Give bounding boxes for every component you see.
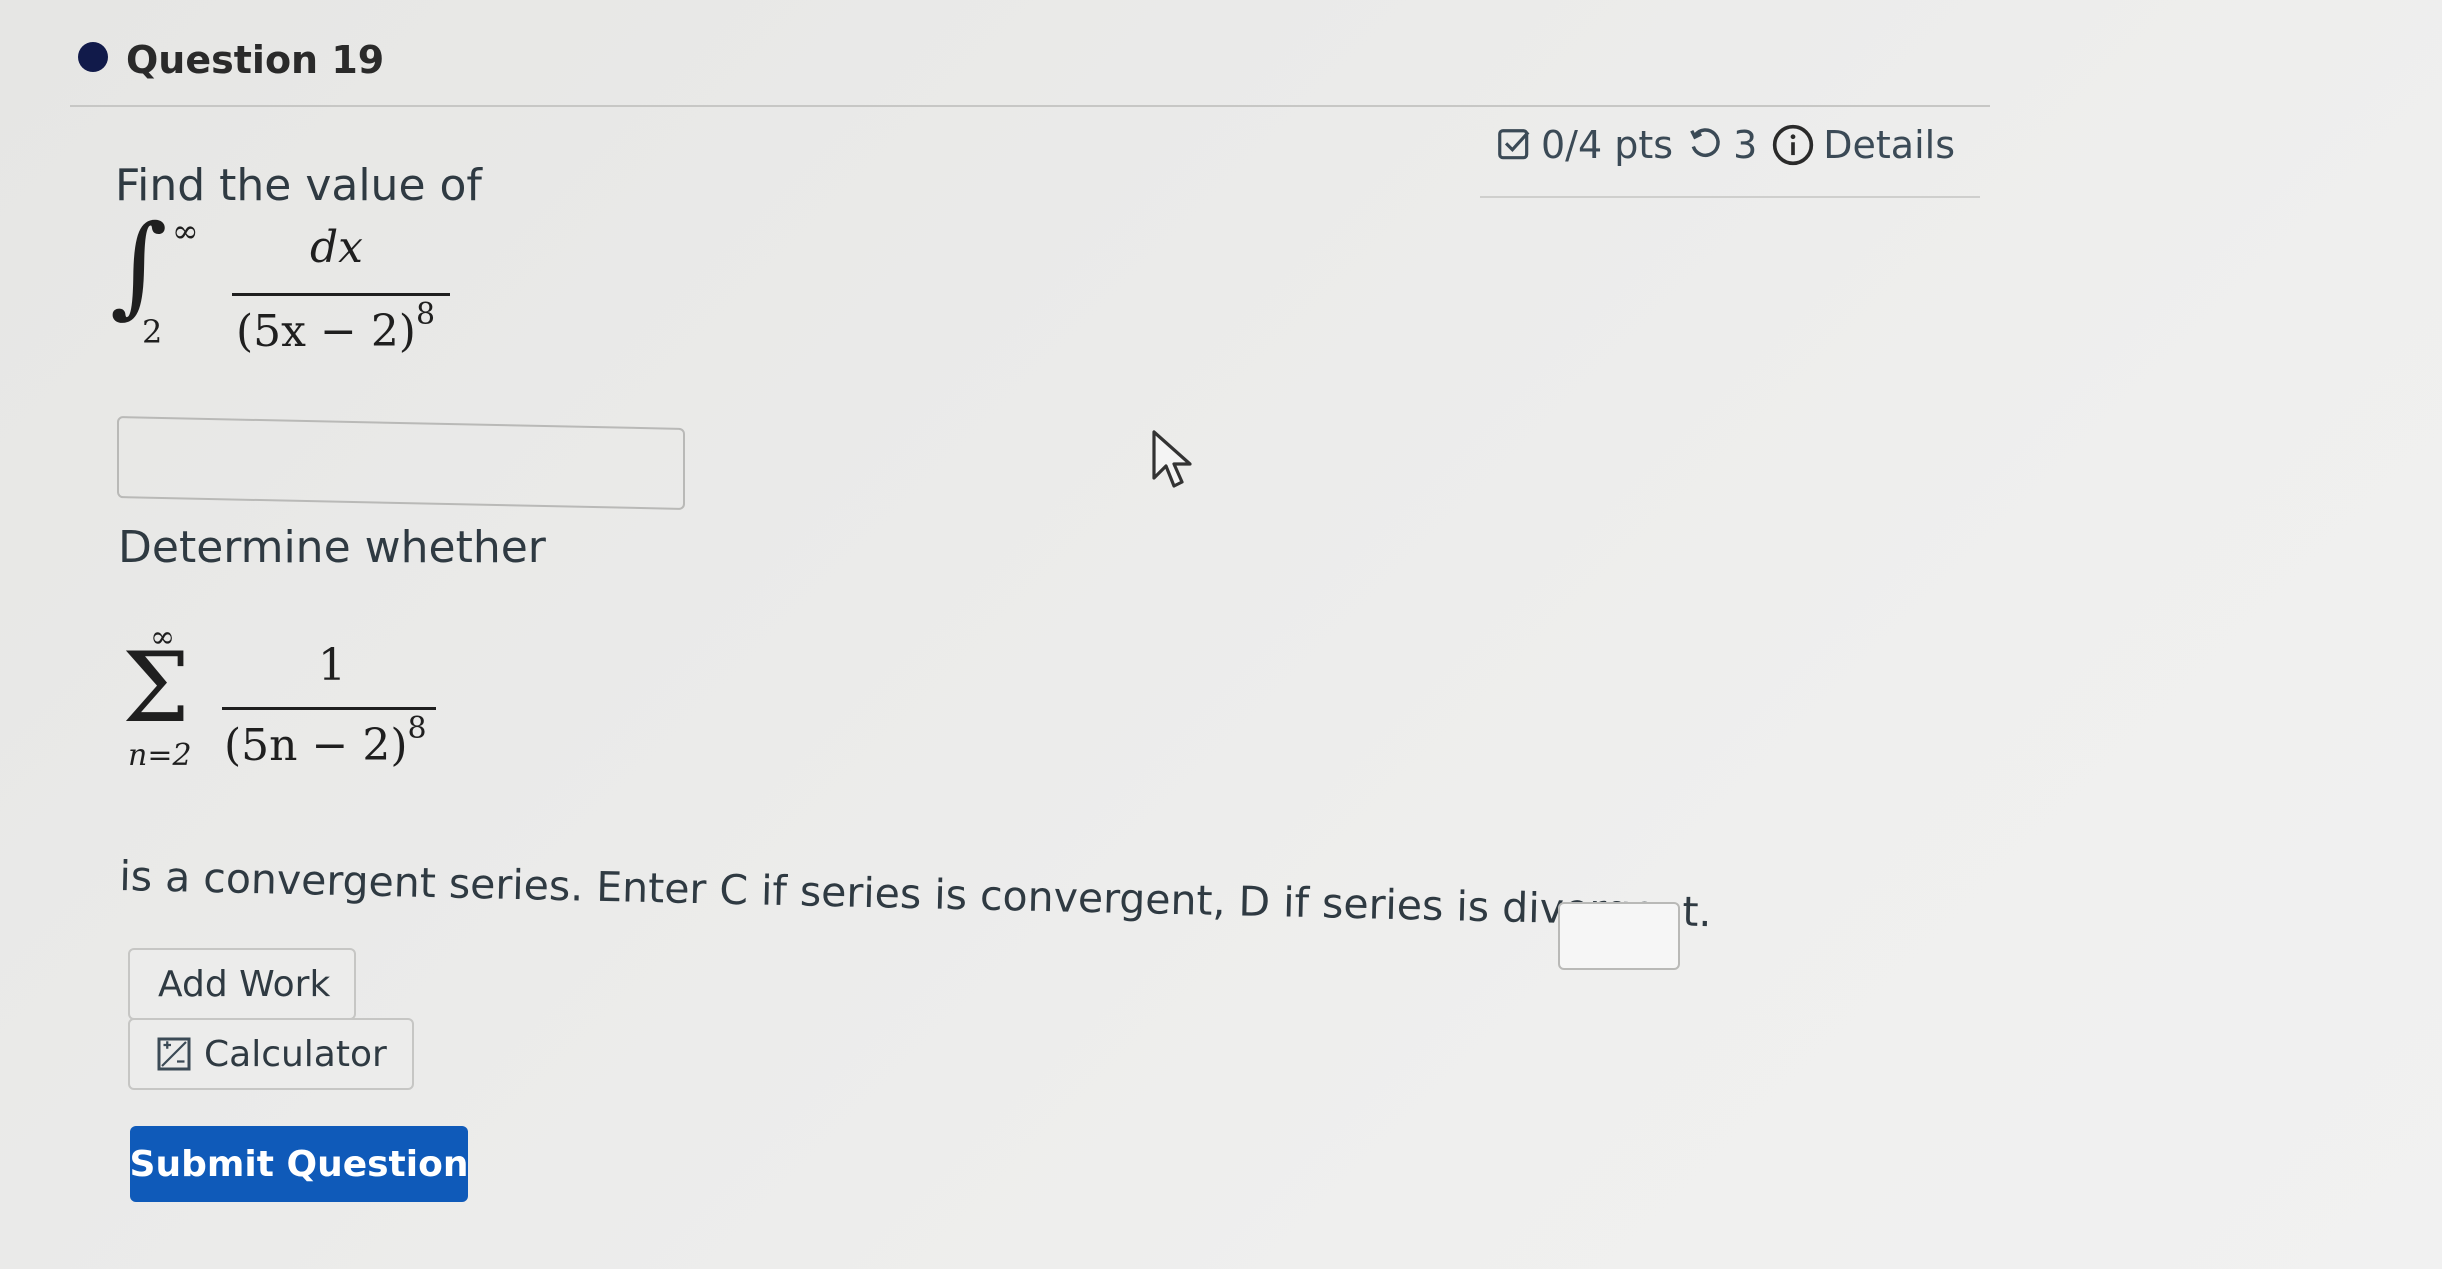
integral-denominator-base: (5x − 2): [236, 306, 416, 357]
status-dot: [78, 42, 108, 72]
series-denominator-base: (5n − 2): [224, 720, 408, 771]
series-numerator: 1: [318, 640, 346, 691]
integral-prompt: Find the value of: [115, 160, 482, 211]
mouse-pointer-icon: [1152, 430, 1192, 488]
points-text: 0/4 pts: [1541, 123, 1674, 167]
points-info: 0/4 pts: [1495, 123, 1673, 167]
add-work-button[interactable]: Add Work: [128, 948, 356, 1020]
attempts-info: 3: [1687, 123, 1757, 167]
submit-label: Submit Question: [129, 1143, 469, 1185]
integral-fraction-bar: [232, 293, 450, 296]
series-exponent: 8: [407, 711, 427, 746]
calculator-button[interactable]: Calculator: [128, 1018, 414, 1090]
series-denominator: (5n − 2)8: [224, 711, 427, 771]
calculator-icon: [157, 1037, 191, 1071]
checkbox-icon: [1498, 129, 1530, 160]
integral-sign: ∫: [110, 201, 168, 329]
calculator-label: Calculator: [204, 1033, 387, 1075]
submit-question-button[interactable]: Submit Question: [130, 1126, 468, 1202]
info-circle-icon: [1773, 124, 1814, 166]
integral-exponent: 8: [415, 297, 436, 332]
series-prompt: Determine whether: [118, 522, 546, 573]
question-meta: 0/4 pts 3 Details: [1495, 115, 1955, 175]
integral-answer-input[interactable]: [117, 416, 685, 510]
integral-numerator: dx: [310, 222, 363, 273]
integral-lower-limit: 2: [142, 313, 163, 351]
question-title: Question 19: [126, 38, 385, 82]
sigma-sign: Σ: [122, 632, 190, 744]
add-work-label: Add Work: [158, 963, 331, 1005]
attempts-text: 3: [1733, 123, 1758, 167]
integral-upper-limit: ∞: [172, 212, 199, 250]
integral-denominator: (5x − 2)8: [236, 297, 435, 357]
series-fraction-bar: [222, 707, 436, 710]
retry-icon: [1690, 128, 1720, 158]
series-statement: is a convergent series. Enter C if serie…: [118, 852, 1713, 937]
question-header: Question 19: [70, 30, 1990, 107]
meta-divider: [1480, 196, 1980, 198]
details-label: Details: [1823, 123, 1955, 167]
details-link[interactable]: Details: [1771, 123, 1955, 167]
question-page: Question 19 0/4 pts 3 Details Find the v…: [0, 0, 2442, 1269]
series-lower-limit: n=2: [128, 738, 192, 773]
series-answer-input[interactable]: [1558, 902, 1680, 970]
